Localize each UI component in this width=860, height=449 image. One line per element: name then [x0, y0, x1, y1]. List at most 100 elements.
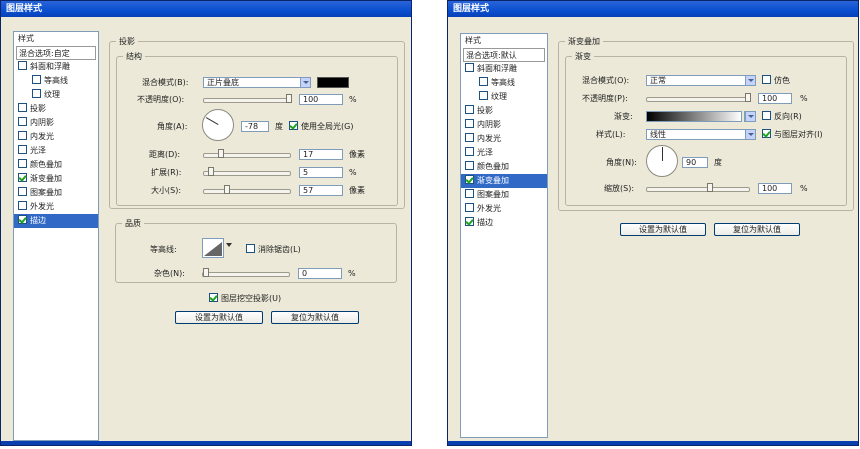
- style-list-item[interactable]: 颜色叠加: [461, 160, 547, 174]
- angle-input[interactable]: -78: [241, 121, 269, 132]
- set-default-button-right[interactable]: 设置为默认值: [620, 223, 706, 236]
- align-layer-checkbox[interactable]: 与图层对齐(I): [762, 129, 823, 141]
- style-enable-checkbox[interactable]: [18, 145, 27, 154]
- style-list-item[interactable]: 等高线: [14, 74, 98, 88]
- spread-slider-thumb[interactable]: [208, 167, 214, 176]
- global-light-check-box[interactable]: [289, 121, 298, 130]
- noise-input[interactable]: 0: [298, 268, 342, 279]
- set-default-button[interactable]: 设置为默认值: [175, 311, 263, 324]
- style-enable-checkbox[interactable]: [479, 91, 488, 100]
- style-list-item[interactable]: 内阴影: [14, 116, 98, 130]
- style-enable-checkbox[interactable]: [465, 105, 474, 114]
- reverse-check-box[interactable]: [762, 111, 771, 120]
- spread-input[interactable]: 5: [299, 167, 343, 178]
- style-enable-checkbox[interactable]: [465, 175, 474, 184]
- style-enable-checkbox[interactable]: [18, 61, 27, 70]
- style-enable-checkbox[interactable]: [465, 189, 474, 198]
- dither-check-box[interactable]: [762, 75, 771, 84]
- style-list-item[interactable]: 纹理: [461, 90, 547, 104]
- style-enable-checkbox[interactable]: [479, 77, 488, 86]
- spread-slider[interactable]: [203, 167, 291, 176]
- style-enable-checkbox[interactable]: [465, 203, 474, 212]
- opacity-slider[interactable]: [203, 94, 292, 103]
- noise-slider-thumb[interactable]: [203, 268, 209, 277]
- style-list-item[interactable]: 斜面和浮雕: [461, 62, 547, 76]
- style-list-item[interactable]: 描边: [461, 216, 547, 230]
- style-enable-checkbox[interactable]: [465, 119, 474, 128]
- style-enable-checkbox[interactable]: [18, 173, 27, 182]
- distance-slider[interactable]: [203, 149, 291, 158]
- opacity-slider-thumb-right[interactable]: [745, 93, 751, 102]
- style-list-item[interactable]: 投影: [461, 104, 547, 118]
- align-layer-check-box[interactable]: [762, 129, 771, 138]
- style-list-item[interactable]: 渐变叠加: [461, 174, 547, 188]
- style-enable-checkbox[interactable]: [465, 161, 474, 170]
- blend-mode-select-right[interactable]: 正常: [646, 75, 756, 86]
- style-enable-checkbox[interactable]: [18, 159, 27, 168]
- distance-slider-thumb[interactable]: [218, 149, 224, 158]
- chevron-down-icon[interactable]: [226, 243, 232, 247]
- angle-dial[interactable]: [202, 109, 234, 141]
- knockout-check-box[interactable]: [209, 293, 218, 302]
- antialias-check-box[interactable]: [246, 244, 255, 253]
- style-list-item[interactable]: 混合选项:默认: [463, 48, 545, 62]
- contour-picker[interactable]: [202, 238, 232, 258]
- size-slider[interactable]: [203, 185, 291, 194]
- style-list-item[interactable]: 颜色叠加: [14, 158, 98, 172]
- angle-dial-right[interactable]: [646, 145, 678, 177]
- style-list-item[interactable]: 内阴影: [461, 118, 547, 132]
- style-enable-checkbox[interactable]: [465, 133, 474, 142]
- gradient-preview[interactable]: [646, 111, 742, 122]
- style-enable-checkbox[interactable]: [465, 63, 474, 72]
- reset-default-button[interactable]: 复位为默认值: [271, 311, 359, 324]
- scale-slider-thumb[interactable]: [707, 183, 713, 192]
- style-enable-checkbox[interactable]: [465, 217, 474, 226]
- style-list-item[interactable]: 斜面和浮雕: [14, 60, 98, 74]
- global-light-checkbox[interactable]: 使用全局光(G): [289, 121, 353, 133]
- reset-default-button-right[interactable]: 复位为默认值: [714, 223, 800, 236]
- distance-input[interactable]: 17: [299, 149, 343, 160]
- style-enable-checkbox[interactable]: [18, 201, 27, 210]
- style-enable-checkbox[interactable]: [18, 215, 27, 224]
- style-list-item[interactable]: 样式: [461, 34, 547, 48]
- style-list-item[interactable]: 内发光: [14, 130, 98, 144]
- reverse-checkbox[interactable]: 反向(R): [762, 111, 802, 123]
- style-list-item[interactable]: 图案叠加: [14, 186, 98, 200]
- style-list-item[interactable]: 渐变叠加: [14, 172, 98, 186]
- style-list-item[interactable]: 图案叠加: [461, 188, 547, 202]
- style-enable-checkbox[interactable]: [32, 89, 41, 98]
- style-select[interactable]: 线性: [646, 129, 756, 140]
- style-enable-checkbox[interactable]: [465, 147, 474, 156]
- style-list-item[interactable]: 光泽: [14, 144, 98, 158]
- style-list-item[interactable]: 样式: [14, 32, 98, 46]
- chevron-down-icon[interactable]: [745, 76, 755, 85]
- style-list-item[interactable]: 纹理: [14, 88, 98, 102]
- knockout-checkbox[interactable]: 图层挖空投影(U): [209, 293, 281, 305]
- blend-mode-select[interactable]: 正片叠底: [203, 77, 311, 88]
- style-list-item[interactable]: 等高线: [461, 76, 547, 90]
- opacity-input-right[interactable]: 100: [758, 93, 792, 104]
- style-list-item[interactable]: 混合选项:自定: [16, 46, 96, 60]
- style-list-item[interactable]: 外发光: [14, 200, 98, 214]
- dither-checkbox[interactable]: 仿色: [762, 75, 790, 87]
- size-slider-thumb[interactable]: [224, 185, 230, 194]
- style-list-item[interactable]: 光泽: [461, 146, 547, 160]
- opacity-slider-right[interactable]: [646, 93, 751, 102]
- style-enable-checkbox[interactable]: [18, 117, 27, 126]
- chevron-down-icon[interactable]: [300, 78, 310, 87]
- chevron-down-icon[interactable]: [745, 112, 755, 121]
- style-list-item[interactable]: 内发光: [461, 132, 547, 146]
- style-enable-checkbox[interactable]: [18, 187, 27, 196]
- antialias-checkbox[interactable]: 消除锯齿(L): [246, 244, 301, 256]
- size-input[interactable]: 57: [299, 185, 343, 196]
- angle-input-right[interactable]: 90: [682, 157, 708, 168]
- shadow-color-swatch[interactable]: [317, 77, 349, 88]
- opacity-slider-thumb[interactable]: [286, 94, 292, 103]
- opacity-input[interactable]: 100: [299, 94, 343, 105]
- style-list-item[interactable]: 描边: [14, 214, 98, 228]
- style-list-item[interactable]: 外发光: [461, 202, 547, 216]
- gradient-dropdown[interactable]: [744, 111, 756, 122]
- chevron-down-icon[interactable]: [745, 130, 755, 139]
- style-list-item[interactable]: 投影: [14, 102, 98, 116]
- scale-slider[interactable]: [646, 183, 750, 192]
